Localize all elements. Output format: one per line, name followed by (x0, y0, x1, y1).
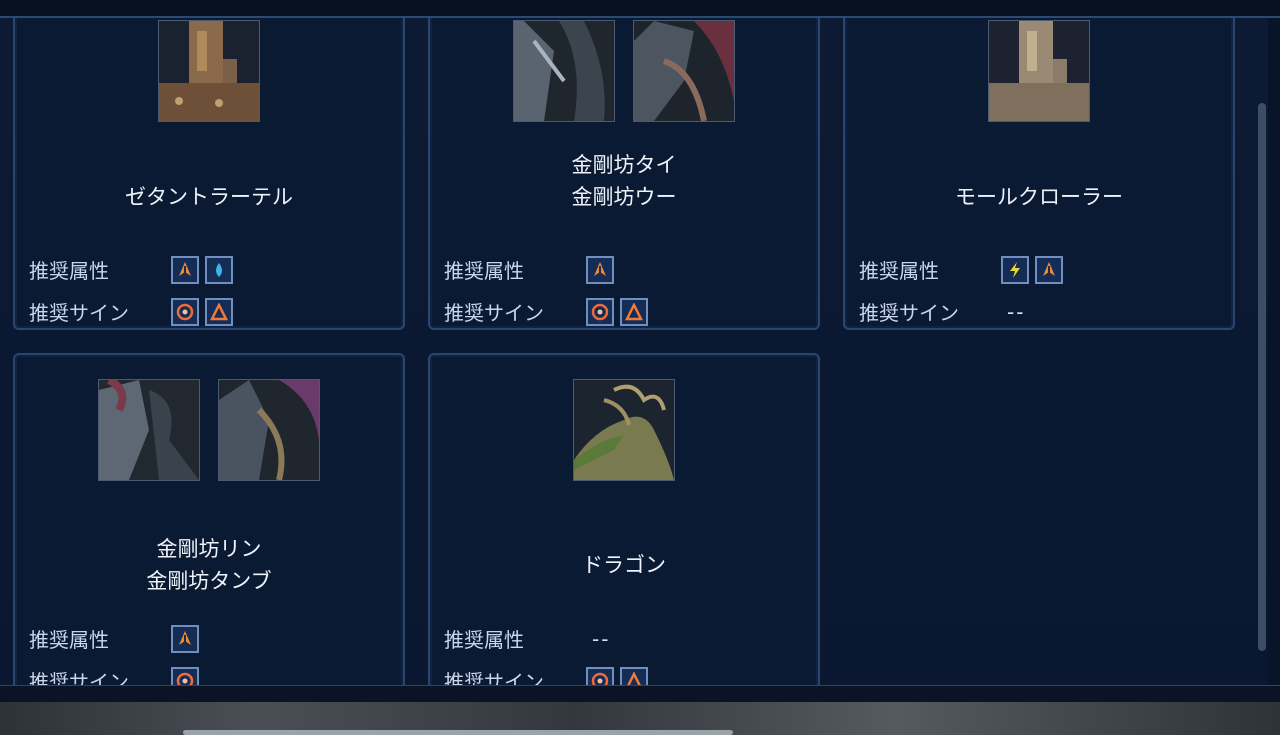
portrait-row (15, 379, 403, 481)
triangle-sign-icon (205, 297, 233, 326)
portrait-row (845, 20, 1233, 122)
sign-label: 推奨サイン (29, 670, 129, 685)
enemy-name: 金剛坊ウー (571, 185, 677, 209)
sign-row: 推奨サイン -- (859, 297, 1025, 326)
attribute-row: 推奨属性 (444, 255, 620, 284)
target-sign-icon (586, 666, 614, 685)
top-bar (0, 0, 1280, 18)
sign-label: 推奨サイン (29, 301, 129, 325)
enemy-name: 金剛坊タイ (571, 153, 677, 177)
scrollbar[interactable] (1258, 103, 1266, 651)
enemy-name: 金剛坊リン (156, 537, 262, 561)
enemy-name: ドラゴン (582, 553, 666, 577)
sign-row: 推奨サイン (29, 666, 205, 685)
target-sign-icon (586, 297, 614, 326)
sign-label: 推奨サイン (444, 670, 544, 685)
enemy-name: 金剛坊タンブ (146, 569, 272, 593)
fire-icon (171, 255, 199, 284)
insect-boss-portrait (513, 20, 615, 122)
enemy-card[interactable]: 金剛坊タイ 金剛坊ウー 推奨属性 推奨サイン (428, 18, 820, 330)
no-sign-value: -- (1007, 299, 1026, 324)
fire-icon (1035, 255, 1063, 284)
no-attribute-value: -- (592, 626, 611, 651)
fire-icon (586, 255, 614, 284)
enemy-card[interactable]: ドラゴン 推奨属性 -- 推奨サイン (428, 353, 820, 685)
sign-label: 推奨サイン (859, 301, 959, 325)
water-icon (205, 255, 233, 284)
portrait-row (430, 20, 818, 122)
bottom-handle (183, 730, 733, 735)
sign-row: 推奨サイン (444, 666, 654, 685)
dragon-portrait (573, 379, 675, 481)
sign-row: 推奨サイン (29, 297, 239, 326)
portrait-row (15, 20, 403, 122)
attribute-label: 推奨属性 (859, 259, 939, 283)
attribute-row: 推奨属性 (29, 255, 239, 284)
enemy-card[interactable]: 金剛坊リン 金剛坊タンブ 推奨属性 推奨サイン (13, 353, 405, 685)
attribute-label: 推奨属性 (29, 628, 109, 652)
attribute-row: 推奨属性 (29, 624, 205, 653)
fire-icon (171, 624, 199, 653)
insect-boss-portrait (98, 379, 200, 481)
triangle-sign-icon (620, 666, 648, 685)
insect-boss-portrait (218, 379, 320, 481)
sign-label: 推奨サイン (444, 301, 544, 325)
attribute-label: 推奨属性 (444, 628, 524, 652)
sign-row: 推奨サイン (444, 297, 654, 326)
enemy-name: ゼタントラーテル (125, 185, 293, 209)
enemy-name: モールクローラー (955, 185, 1123, 209)
target-sign-icon (171, 666, 199, 685)
target-sign-icon (171, 297, 199, 326)
enemy-info-panel: ゼタントラーテル 推奨属性 推奨サイン 金剛坊タイ 金剛坊ウー 推奨属性 推奨サ… (0, 18, 1268, 685)
attribute-row: 推奨属性 -- (444, 624, 610, 653)
panel-bottom-border (0, 685, 1280, 703)
attribute-row: 推奨属性 (859, 255, 1069, 284)
machine-portrait (158, 20, 260, 122)
enemy-card[interactable]: モールクローラー 推奨属性 推奨サイン -- (843, 18, 1235, 330)
enemy-card[interactable]: ゼタントラーテル 推奨属性 推奨サイン (13, 18, 405, 330)
portrait-row (430, 379, 818, 481)
thunder-icon (1001, 255, 1029, 284)
attribute-label: 推奨属性 (444, 259, 524, 283)
insect-boss-portrait (633, 20, 735, 122)
attribute-label: 推奨属性 (29, 259, 109, 283)
machine-portrait (988, 20, 1090, 122)
triangle-sign-icon (620, 297, 648, 326)
